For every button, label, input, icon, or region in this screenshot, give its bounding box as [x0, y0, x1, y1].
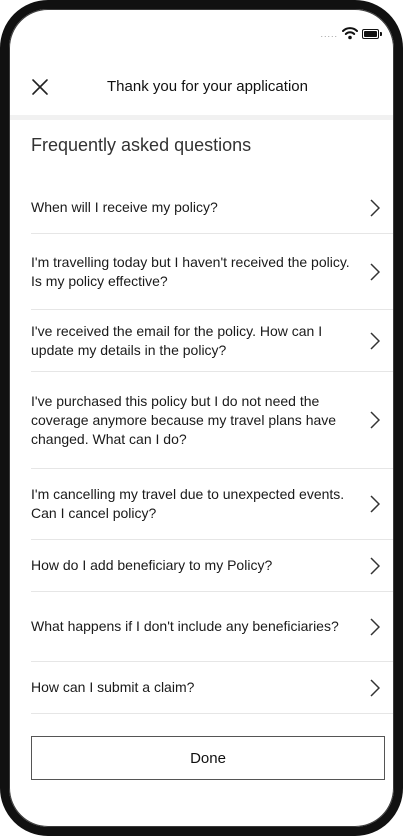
wifi-icon — [342, 27, 358, 40]
faq-item[interactable]: I've received the email for the policy. … — [31, 310, 394, 372]
chevron-right-icon — [370, 331, 380, 350]
faq-list: When will I receive my policy? I'm trave… — [31, 182, 394, 714]
faq-question-text: How do I add beneficiary to my Policy? — [31, 557, 273, 573]
faq-item[interactable]: I'm cancelling my travel due to unexpect… — [31, 469, 394, 540]
status-bar: ..... — [9, 9, 394, 59]
faq-question-text: I've received the email for the policy. … — [31, 322, 323, 358]
faq-item[interactable]: I've purchased this policy but I do not … — [31, 372, 394, 469]
header-bar: Thank you for your application — [9, 59, 394, 120]
chevron-right-icon — [370, 617, 380, 636]
chevron-right-icon — [370, 495, 380, 513]
chevron-right-icon — [370, 198, 380, 217]
faq-question-text: When will I receive my policy? — [31, 199, 218, 215]
chevron-right-icon — [370, 262, 380, 281]
faq-item[interactable]: How do I add beneficiary to my Policy? — [31, 540, 394, 592]
faq-question-text: I've purchased this policy but I do not … — [31, 392, 337, 447]
page-title: Thank you for your application — [107, 78, 308, 95]
done-button[interactable]: Done — [31, 736, 385, 780]
faq-question-text: How can I submit a claim? — [31, 679, 195, 695]
faq-item[interactable]: When will I receive my policy? — [31, 182, 394, 234]
faq-item[interactable]: I'm travelling today but I haven't recei… — [31, 234, 394, 310]
faq-item[interactable]: What happens if I don't include any bene… — [31, 592, 394, 662]
chevron-right-icon — [370, 556, 380, 575]
signal-indicator: ..... — [320, 29, 338, 39]
app-screen: ..... Thank you for your application Fre… — [9, 9, 394, 827]
chevron-right-icon — [370, 411, 380, 429]
chevron-right-icon — [370, 678, 380, 697]
faq-item[interactable]: How can I submit a claim? — [31, 662, 394, 714]
faq-question-text: I'm travelling today but I haven't recei… — [31, 253, 350, 289]
faq-question-text: I'm cancelling my travel due to unexpect… — [31, 486, 345, 521]
battery-icon — [362, 29, 382, 39]
faq-heading: Frequently asked questions — [31, 135, 252, 155]
faq-question-text: What happens if I don't include any bene… — [31, 618, 339, 634]
